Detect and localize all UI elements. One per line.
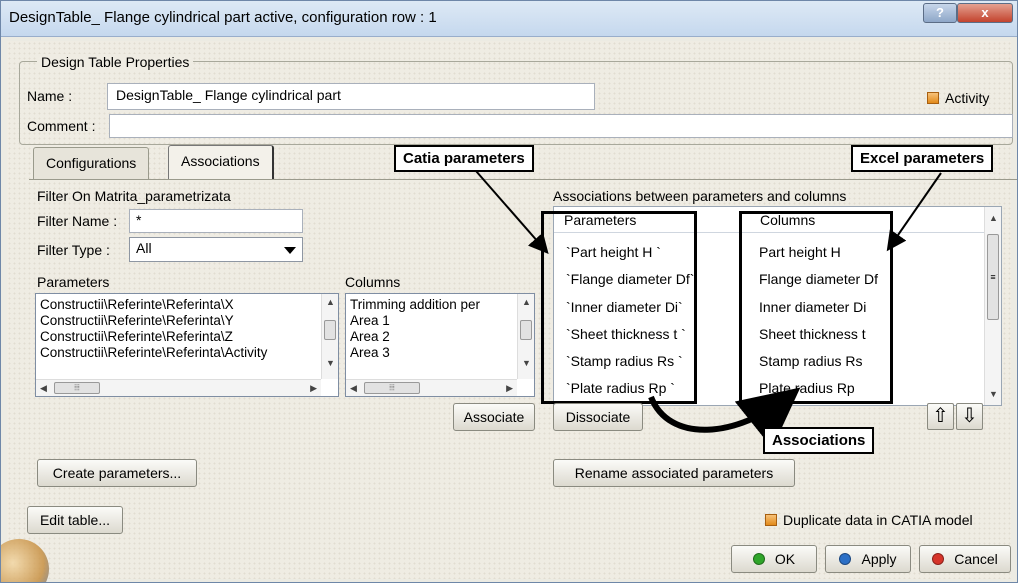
- filter-name-label: Filter Name :: [37, 213, 118, 229]
- scroll-down-icon[interactable]: ▼: [522, 358, 531, 368]
- list-item[interactable]: Constructii\Referinte\Referinta\Y: [36, 313, 338, 329]
- scroll-down-icon[interactable]: ▼: [989, 389, 998, 399]
- scroll-thumb[interactable]: ⦙⦙⦙: [364, 382, 420, 394]
- apply-label: Apply: [861, 551, 897, 567]
- activity-checkbox[interactable]: Activity: [927, 90, 989, 106]
- list-item[interactable]: Constructii\Referinte\Referinta\Z: [36, 329, 338, 345]
- help-button[interactable]: ?: [923, 3, 957, 23]
- associations-callout: Associations: [763, 427, 875, 454]
- scroll-thumb[interactable]: ≡: [987, 234, 999, 320]
- cancel-label: Cancel: [954, 551, 998, 567]
- edit-table-button[interactable]: Edit table...: [27, 506, 123, 534]
- scroll-thumb[interactable]: [324, 320, 336, 340]
- chevron-down-icon: [284, 247, 296, 254]
- parameters-listbox[interactable]: Constructii\Referinte\Referinta\X Constr…: [35, 293, 339, 397]
- columns-hscroll[interactable]: ◀ ⦙⦙⦙ ▶: [346, 379, 517, 396]
- filter-heading: Filter On Matrita_parametrizata: [37, 188, 231, 204]
- associate-button[interactable]: Associate: [453, 403, 535, 431]
- filter-type-select[interactable]: All: [129, 237, 303, 262]
- catia-parameters-highlight: [541, 211, 697, 404]
- cancel-button[interactable]: Cancel: [919, 545, 1011, 573]
- filter-type-label: Filter Type :: [37, 242, 110, 258]
- design-table-dialog: DesignTable_ Flange cylindrical part act…: [0, 0, 1018, 583]
- cancel-icon: [932, 553, 945, 565]
- arrow-down-icon: ⇩: [961, 405, 978, 427]
- activity-check-icon: [927, 92, 939, 104]
- comment-label: Comment :: [27, 118, 96, 134]
- activity-label: Activity: [945, 90, 990, 106]
- list-item[interactable]: Constructii\Referinte\Referinta\X: [36, 297, 338, 313]
- title-bar: DesignTable_ Flange cylindrical part act…: [1, 1, 1017, 37]
- duplicate-data-label: Duplicate data in CATIA model: [783, 512, 973, 528]
- ok-label: OK: [774, 551, 796, 567]
- parameters-vscroll[interactable]: ▲ ▼: [321, 294, 338, 379]
- ok-icon: [752, 553, 765, 565]
- name-field[interactable]: DesignTable_ Flange cylindrical part: [107, 83, 595, 110]
- columns-vscroll[interactable]: ▲ ▼: [517, 294, 534, 379]
- list-item[interactable]: Area 1: [346, 313, 534, 329]
- excel-parameters-callout: Excel parameters: [851, 145, 994, 172]
- create-parameters-button[interactable]: Create parameters...: [37, 459, 197, 487]
- ok-button[interactable]: OK: [731, 545, 817, 573]
- move-up-button[interactable]: ⇧: [927, 403, 954, 430]
- window-title: DesignTable_ Flange cylindrical part act…: [9, 9, 437, 26]
- arrow-up-icon: ⇧: [932, 405, 949, 427]
- columns-listbox[interactable]: Trimming addition per Area 1 Area 2 Area…: [345, 293, 535, 397]
- columns-heading: Columns: [345, 274, 401, 290]
- scroll-left-icon[interactable]: ◀: [350, 383, 357, 394]
- scroll-up-icon[interactable]: ▲: [989, 213, 998, 223]
- catia-parameters-callout: Catia parameters: [394, 145, 534, 172]
- scroll-thumb[interactable]: ⦙⦙⦙: [54, 382, 100, 394]
- scroll-left-icon[interactable]: ◀: [40, 383, 47, 394]
- apply-icon: [839, 553, 852, 565]
- associations-vscroll[interactable]: ▲ ≡ ▼: [984, 207, 1001, 405]
- properties-legend: Design Table Properties: [37, 54, 194, 70]
- scroll-right-icon[interactable]: ▶: [506, 383, 513, 394]
- dissociate-button[interactable]: Dissociate: [553, 403, 643, 431]
- name-label: Name :: [27, 88, 73, 104]
- tab-associations[interactable]: Associations: [168, 145, 274, 179]
- scroll-up-icon[interactable]: ▲: [522, 297, 531, 307]
- scroll-right-icon[interactable]: ▶: [310, 383, 317, 394]
- parameters-heading: Parameters: [37, 274, 110, 290]
- scroll-thumb[interactable]: [520, 320, 532, 340]
- scroll-up-icon[interactable]: ▲: [326, 297, 335, 307]
- filter-type-value: All: [136, 240, 152, 256]
- tab-configurations[interactable]: Configurations: [33, 147, 150, 179]
- comment-field[interactable]: [109, 114, 1013, 138]
- close-button[interactable]: x: [957, 3, 1013, 23]
- filter-name-input[interactable]: *: [129, 209, 303, 233]
- scroll-down-icon[interactable]: ▼: [326, 358, 335, 368]
- move-down-button[interactable]: ⇩: [956, 403, 983, 430]
- excel-parameters-highlight: [739, 211, 893, 404]
- apply-button[interactable]: Apply: [825, 545, 911, 573]
- list-item[interactable]: Trimming addition per: [346, 297, 534, 313]
- duplicate-data-checkbox[interactable]: Duplicate data in CATIA model: [765, 512, 973, 528]
- list-item[interactable]: Area 3: [346, 345, 534, 361]
- duplicate-check-icon: [765, 514, 777, 526]
- list-item[interactable]: Constructii\Referinte\Referinta\Activity: [36, 345, 338, 361]
- list-item[interactable]: Area 2: [346, 329, 534, 345]
- rename-associated-parameters-button[interactable]: Rename associated parameters: [553, 459, 795, 487]
- parameters-hscroll[interactable]: ◀ ⦙⦙⦙ ▶: [36, 379, 321, 396]
- associations-heading: Associations between parameters and colu…: [553, 188, 847, 204]
